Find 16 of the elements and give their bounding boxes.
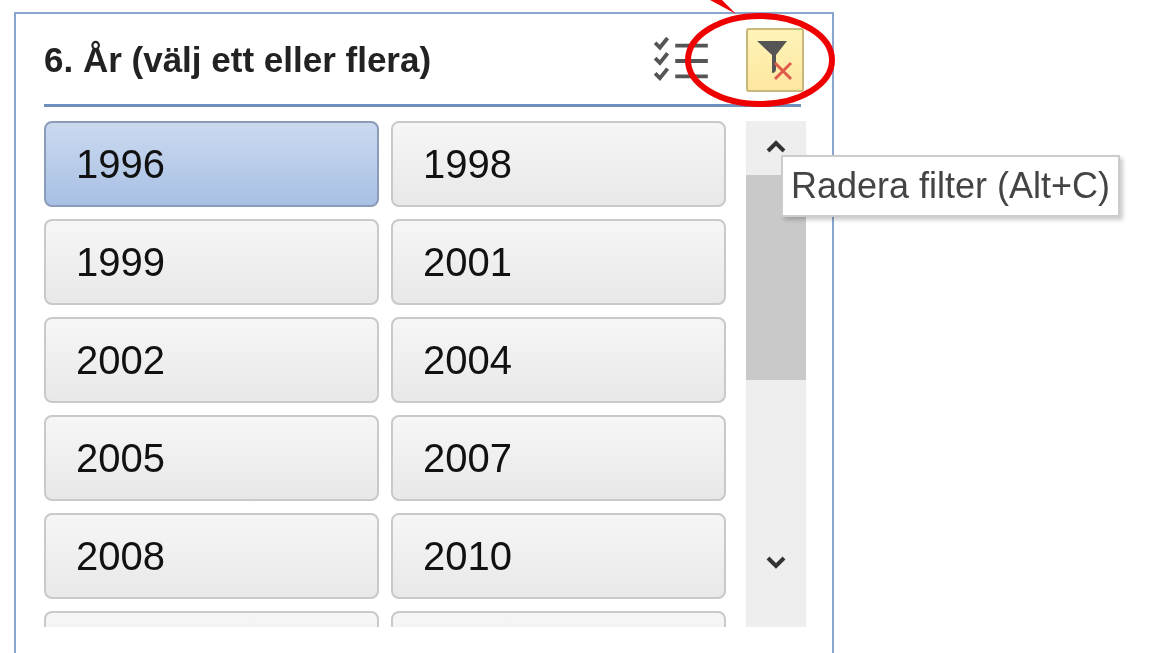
scroll-down-icon[interactable] (766, 556, 786, 570)
slicer-item[interactable]: 2001 (391, 219, 726, 305)
slicer-item[interactable]: 2002 (44, 317, 379, 403)
slicer-item[interactable]: 2005 (44, 415, 379, 501)
scroll-up-icon[interactable] (766, 139, 786, 153)
slicer-title: 6. År (välj ett eller flera) (44, 40, 432, 80)
multi-select-icon[interactable] (652, 37, 710, 83)
slicer-item[interactable]: 2007 (391, 415, 726, 501)
slicer-item[interactable]: 1998 (391, 121, 726, 207)
slicer-item[interactable]: 2008 (44, 513, 379, 599)
tooltip: Radera filter (Alt+C) (781, 155, 1121, 217)
slicer-item[interactable]: 1996 (44, 121, 379, 207)
slicer-item[interactable]: 2004 (391, 317, 726, 403)
clear-filter-button[interactable] (746, 28, 804, 92)
slicer-item[interactable]: 1999 (44, 219, 379, 305)
slicer-item[interactable]: 2010 (391, 513, 726, 599)
